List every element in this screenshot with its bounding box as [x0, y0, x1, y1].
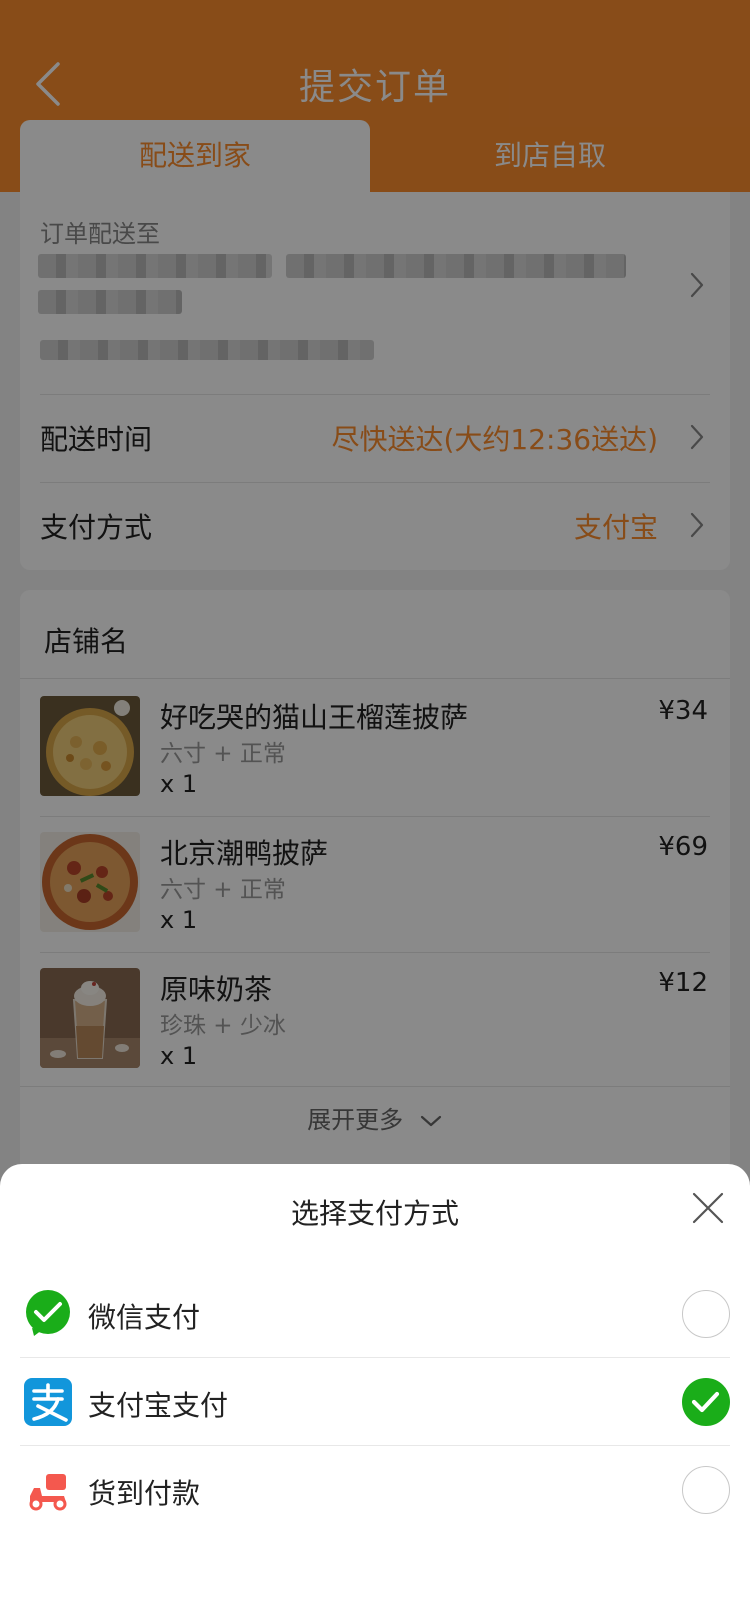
- payment-option-label: 微信支付: [88, 1301, 201, 1334]
- checkmark-icon: [691, 1391, 720, 1413]
- radio-checked[interactable]: [682, 1378, 730, 1426]
- payment-method-sheet: 选择支付方式 微信支付 支付宝支付 货到付款: [0, 1164, 750, 1624]
- wechat-icon: [26, 1290, 70, 1336]
- sheet-title: 选择支付方式: [290, 1197, 459, 1230]
- payment-option-label: 支付宝支付: [88, 1389, 229, 1422]
- payment-option-label: 货到付款: [88, 1477, 201, 1510]
- payment-option-wechat[interactable]: 微信支付: [0, 1270, 750, 1358]
- payment-option-alipay[interactable]: 支付宝支付: [0, 1358, 750, 1446]
- delivery-scooter-icon: [29, 1474, 67, 1511]
- radio-unchecked[interactable]: [682, 1466, 730, 1514]
- payment-option-cod[interactable]: 货到付款: [0, 1446, 750, 1534]
- alipay-icon: [24, 1378, 72, 1426]
- close-icon[interactable]: [690, 1190, 726, 1226]
- radio-unchecked[interactable]: [682, 1290, 730, 1338]
